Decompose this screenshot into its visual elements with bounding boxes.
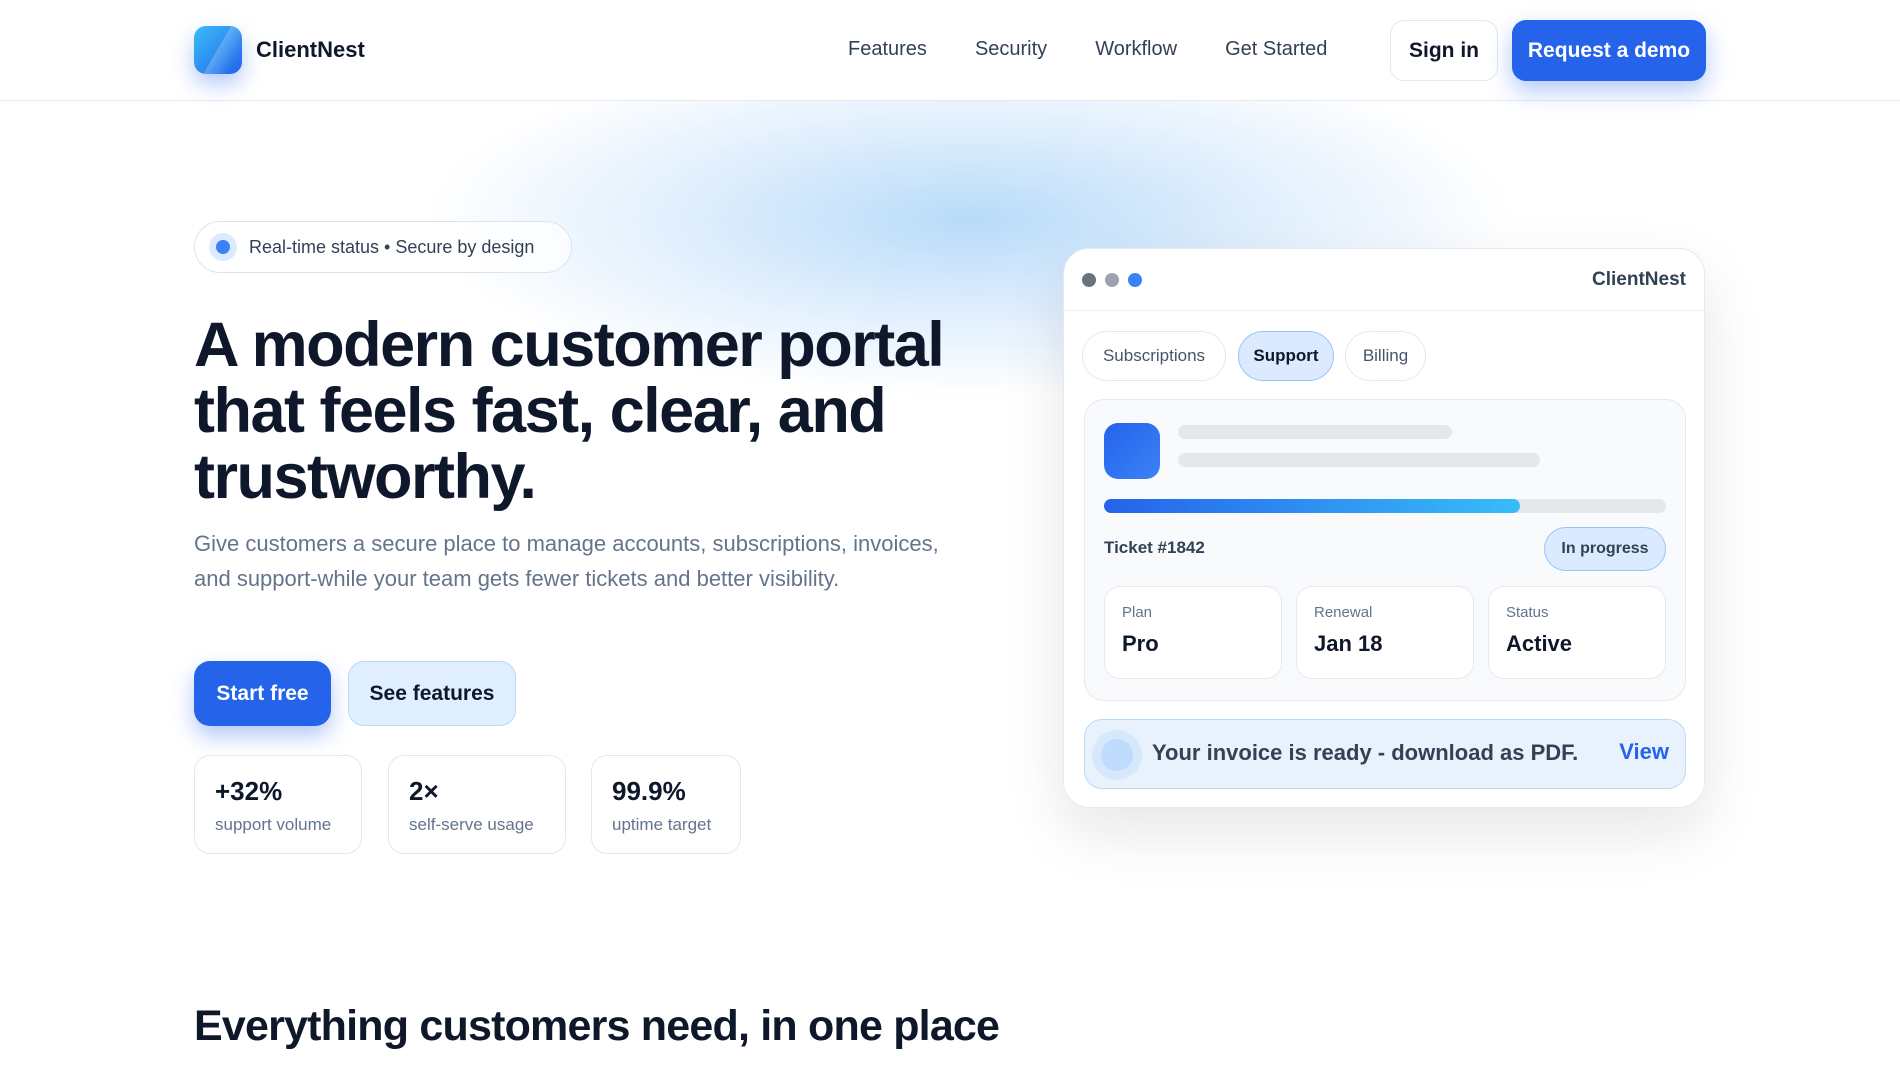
main-nav: Features Security Workflow Get Started (848, 38, 1375, 61)
nav-link-security[interactable]: Security (975, 38, 1047, 61)
invoice-notice: Your invoice is ready - download as PDF.… (1084, 719, 1686, 789)
start-free-button[interactable]: Start free (194, 661, 331, 726)
window-dot-icon (1082, 273, 1096, 287)
tab-billing[interactable]: Billing (1345, 331, 1426, 381)
window-dot-icon (1128, 273, 1142, 287)
app-preview-window: ClientNest Subscriptions Support Billing… (1063, 248, 1705, 808)
stat-label: uptime target (612, 815, 712, 834)
headline-line: trustworthy. (194, 442, 537, 512)
status-tile: Status Active (1488, 586, 1666, 679)
status-dot-icon (209, 233, 237, 261)
stat-card: +32% support volume (194, 755, 362, 854)
nav-link-features[interactable]: Features (848, 38, 927, 61)
headline-line: that feels fast, clear, and (194, 376, 887, 446)
stat-card: 99.9% uptime target (591, 755, 741, 854)
ticket-app-icon (1104, 423, 1160, 479)
stat-label: support volume (215, 815, 332, 834)
window-title: ClientNest (1592, 269, 1686, 290)
tile-label: Renewal (1314, 604, 1373, 621)
brand-name: ClientNest (256, 37, 365, 62)
tile-label: Plan (1122, 604, 1153, 621)
view-invoice-link[interactable]: View (1619, 739, 1669, 765)
tab-subscriptions[interactable]: Subscriptions (1082, 331, 1226, 381)
skeleton-line (1178, 425, 1452, 439)
top-navbar: ClientNest Features Security Workflow Ge… (0, 0, 1900, 101)
headline-line: A modern customer portal (194, 310, 945, 380)
stat-label: self-serve usage (409, 815, 534, 834)
stat-value: 99.9% (612, 776, 686, 806)
window-titlebar: ClientNest (1064, 249, 1704, 311)
status-badge: In progress (1544, 527, 1666, 571)
nav-link-workflow[interactable]: Workflow (1095, 38, 1177, 61)
renewal-tile: Renewal Jan 18 (1296, 586, 1474, 679)
tile-value: Active (1506, 631, 1573, 656)
skeleton-line (1178, 453, 1540, 467)
ticket-card: Ticket #1842 In progress Plan Pro Renewa… (1084, 399, 1686, 701)
ticket-label: Ticket #1842 (1104, 538, 1205, 557)
window-dot-icon (1105, 273, 1119, 287)
brand-logo-icon (194, 26, 242, 74)
ticket-progress-fill (1104, 499, 1520, 513)
hero-badge: Real-time status • Secure by design (194, 221, 572, 273)
section-title: Everything customers need, in one place (194, 1002, 1000, 1050)
stat-value: +32% (215, 776, 283, 806)
request-demo-button[interactable]: Request a demo (1512, 20, 1706, 81)
brand[interactable]: ClientNest (194, 26, 365, 74)
tile-value: Pro (1122, 631, 1159, 656)
hero-description: Give customers a secure place to manage … (194, 531, 939, 591)
hero-headline: A modern customer portal that feels fast… (194, 312, 994, 510)
ticket-progress-bar (1104, 499, 1666, 513)
notice-text: Your invoice is ready - download as PDF. (1152, 740, 1579, 765)
tab-support[interactable]: Support (1238, 331, 1334, 381)
see-features-button[interactable]: See features (348, 661, 516, 726)
nav-link-get-started[interactable]: Get Started (1225, 38, 1327, 61)
tile-label: Status (1506, 604, 1549, 621)
plan-tile: Plan Pro (1104, 586, 1282, 679)
stat-value: 2× (409, 776, 439, 806)
hero-badge-text: Real-time status • Secure by design (249, 236, 535, 257)
stat-card: 2× self-serve usage (388, 755, 566, 854)
tile-value: Jan 18 (1314, 631, 1383, 656)
info-dot-icon (1092, 730, 1142, 780)
sign-in-button[interactable]: Sign in (1390, 20, 1498, 81)
